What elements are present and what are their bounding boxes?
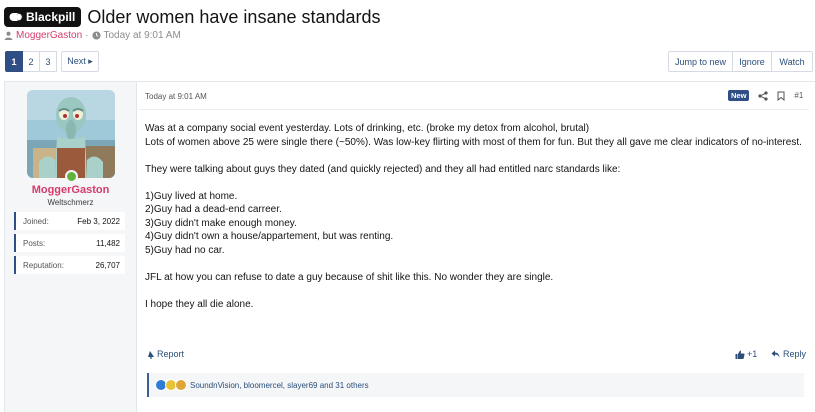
text-line: 1)Guy lived at home. [145,190,238,202]
new-badge: New [728,90,750,101]
page-title: Older women have insane standards [87,6,381,27]
share-icon[interactable] [758,90,769,101]
react-label: +1 [747,349,758,359]
username-link[interactable]: MoggerGaston [5,184,136,196]
reply-button[interactable]: Reply [771,349,806,359]
paragraph: Was at a company social event yesterday.… [145,122,805,149]
user-icon [4,31,13,40]
stat-reputation: Reputation: 26,707 [14,256,125,274]
text-line: Was at a company social event yesterday.… [145,123,590,134]
stat-value[interactable]: 11,482 [96,239,120,248]
reply-arrow-icon [771,350,780,358]
bookmark-icon[interactable] [777,91,785,101]
blackpill-logo-icon [9,13,23,21]
react-button[interactable]: +1 [735,349,757,359]
reactions-list-text[interactable]: SoundnVision, bloomercel, slayer69 and 3… [190,381,369,390]
watch-button[interactable]: Watch [772,51,813,72]
pagination: 1 2 3 Next ▸ [5,51,99,72]
thread-meta: MoggerGaston · Today at 9:01 AM [4,30,181,41]
report-label: Report [157,349,185,359]
thread-author-link[interactable]: MoggerGaston [16,30,82,41]
paragraph: I hope they all die alone. [145,298,805,312]
text-line: 4)Guy didn't own a house/appartement, bu… [145,231,394,242]
stat-key: Reputation: [23,260,64,270]
text-line: Lots of women above 25 were single there… [145,136,802,148]
page-3-link[interactable]: 3 [40,51,57,72]
thread-date[interactable]: Today at 9:01 AM [104,30,181,41]
post-number-link[interactable]: #1 [794,91,803,100]
text-line: I hope they all die alone. [145,298,254,310]
thread-prefix-badge[interactable]: Blackpill [4,7,82,27]
online-status-indicator [65,170,78,183]
page-2-link[interactable]: 2 [23,51,40,72]
report-button[interactable]: Report [147,349,184,359]
thumbs-up-icon [735,350,745,359]
ignore-button[interactable]: Ignore [733,51,772,72]
post-header-divider [139,109,809,110]
text-line: 3)Guy didn't make enough money. [145,217,297,229]
stat-key: Posts: [23,238,46,248]
paragraph: 1)Guy lived at home. 2)Guy had a dead-en… [145,190,805,258]
user-title: Weltschmerz [47,198,94,207]
thread-actions: Jump to new Ignore Watch [668,51,813,72]
stat-key: Joined: [23,216,49,226]
avatar[interactable] [27,90,115,178]
post-date[interactable]: Today at 9:01 AM [145,92,207,101]
reactions-bar[interactable]: SoundnVision, bloomercel, slayer69 and 3… [147,373,804,397]
paragraph: JFL at how you can refuse to date a guy … [145,271,805,285]
prefix-label: Blackpill [26,10,76,24]
next-page-button[interactable]: Next ▸ [61,51,99,72]
stat-posts: Posts: 11,482 [14,234,125,252]
post-actions: New #1 [728,90,803,101]
paragraph: They were talking about guys they dated … [145,163,805,177]
sad-reaction-icon [175,379,187,391]
stat-joined: Joined: Feb 3, 2022 [14,212,125,230]
text-line: They were talking about guys they dated … [145,163,621,175]
text-line: 2)Guy had a dead-end carreer. [145,204,282,215]
thread-title-row: Blackpill Older women have insane standa… [4,6,381,28]
text-line: 5)Guy had no car. [145,244,225,256]
stat-value: 26,707 [95,260,120,270]
page-1-link[interactable]: 1 [5,51,23,72]
text-line: JFL at how you can refuse to date a guy … [145,271,554,283]
meta-separator: · [85,30,89,41]
stat-value: Feb 3, 2022 [77,216,120,226]
clock-icon [91,31,101,40]
jump-to-new-button[interactable]: Jump to new [668,51,733,72]
reply-label: Reply [783,349,807,359]
post-body: Was at a company social event yesterday.… [145,122,805,311]
flag-icon [148,350,154,359]
